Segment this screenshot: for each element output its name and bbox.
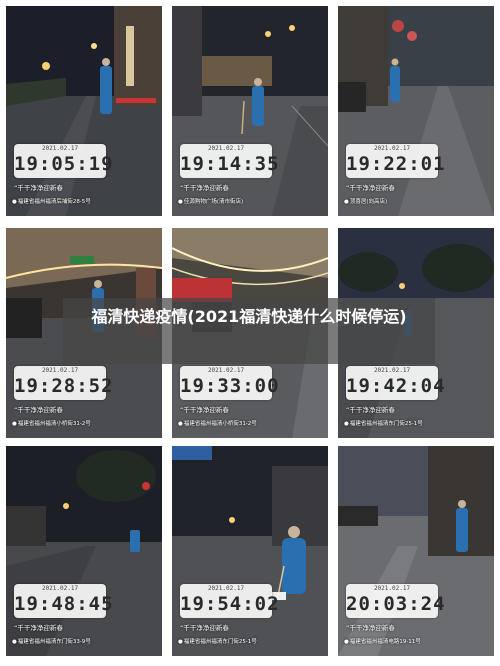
photo-caption: “千干净净迎新春	[346, 406, 395, 414]
photo-caption: “千干净净迎新春	[14, 624, 63, 632]
photo-date: 2021.02.17	[207, 585, 245, 592]
location-pin-icon: ●	[344, 421, 349, 427]
location-pin-icon: ●	[178, 421, 183, 427]
location-pin-icon: ●	[12, 639, 17, 645]
page-title: 福清快递疫情(2021福清快递什么时候停运)	[91, 307, 407, 326]
location-pin-icon: ●	[178, 639, 183, 645]
photo-time: 19:14:35	[180, 153, 280, 175]
photo-caption: “千干净净迎新春	[180, 184, 229, 192]
photo-cell: 2021.02.17 19:54:02 “千干净净迎新春 ●福建省福州福清东门街…	[172, 446, 328, 656]
photo-cell: 2021.02.17 19:14:35 “千干净净迎新春 ●佳源购物广场(清市街…	[172, 6, 328, 216]
photo-location: ●福建省福州福清东门街25-1号	[178, 639, 257, 645]
timestamp-stamp: 2021.02.17 19:54:02	[180, 584, 280, 618]
photo-location: ●福建省福州福清小桥街31-2号	[12, 421, 91, 427]
photo-caption: “千干净净迎新春	[14, 406, 63, 414]
photo-date: 2021.02.17	[373, 585, 411, 592]
photo-date: 2021.02.17	[41, 145, 79, 152]
photo-time: 20:03:24	[346, 593, 446, 615]
photo-location: ●福建省福州福清后埔街28-5号	[12, 199, 91, 205]
photo-location: ●福建省福州福清东门街25-1号	[344, 421, 423, 427]
photo-location: ●福建省福州福清小桥街31-2号	[178, 421, 257, 427]
photo-date: 2021.02.17	[207, 145, 245, 152]
location-pin-icon: ●	[12, 199, 17, 205]
location-pin-icon: ●	[12, 421, 17, 427]
photo-time: 19:33:00	[180, 375, 280, 397]
location-pin-icon: ●	[344, 199, 349, 205]
photo-caption: “千干净净迎新春	[14, 184, 63, 192]
photo-time: 19:48:45	[14, 593, 114, 615]
photo-date: 2021.02.17	[41, 367, 79, 374]
location-pin-icon: ●	[344, 639, 349, 645]
photo-date: 2021.02.17	[41, 585, 79, 592]
photo-time: 19:42:04	[346, 375, 446, 397]
timestamp-stamp: 2021.02.17 19:05:19	[14, 144, 114, 178]
photo-location: ●福建省福州福清东门街33-9号	[12, 639, 91, 645]
title-overlay: 福清快递疫情(2021福清快递什么时候停运)	[63, 298, 435, 364]
photo-time: 19:54:02	[180, 593, 280, 615]
photo-time: 19:22:01	[346, 153, 446, 175]
photo-location: ●顶喜居(向高店)	[344, 199, 388, 205]
photo-location: ●福建省福州福清电路19-11号	[344, 639, 421, 645]
photo-cell: 2021.02.17 19:48:45 “千干净净迎新春 ●福建省福州福清东门街…	[6, 446, 162, 656]
photo-cell: 2021.02.17 19:05:19 “千干净净迎新春 ●福建省福州福清后埔街…	[6, 6, 162, 216]
timestamp-stamp: 2021.02.17 19:48:45	[14, 584, 114, 618]
photo-cell: 2021.02.17 20:03:24 “千干净净迎新春 ●福建省福州福清电路1…	[338, 446, 494, 656]
photo-date: 2021.02.17	[373, 367, 411, 374]
timestamp-stamp: 2021.02.17 19:42:04	[346, 366, 446, 400]
photo-caption: “千干净净迎新春	[180, 624, 229, 632]
photo-date: 2021.02.17	[373, 145, 411, 152]
location-pin-icon: ●	[178, 199, 183, 205]
photo-caption: “千干净净迎新春	[180, 406, 229, 414]
timestamp-stamp: 2021.02.17 19:28:52	[14, 366, 114, 400]
photo-cell: 2021.02.17 19:22:01 “千干净净迎新春 ●顶喜居(向高店)	[338, 6, 494, 216]
photo-caption: “千干净净迎新春	[346, 624, 395, 632]
photo-date: 2021.02.17	[207, 367, 245, 374]
timestamp-stamp: 2021.02.17 19:14:35	[180, 144, 280, 178]
photo-time: 19:28:52	[14, 375, 114, 397]
timestamp-stamp: 2021.02.17 19:22:01	[346, 144, 446, 178]
photo-location: ●佳源购物广场(清市街店)	[178, 199, 244, 205]
timestamp-stamp: 2021.02.17 19:33:00	[180, 366, 280, 400]
photo-time: 19:05:19	[14, 153, 114, 175]
timestamp-stamp: 2021.02.17 20:03:24	[346, 584, 446, 618]
photo-caption: “千干净净迎新春	[346, 184, 395, 192]
